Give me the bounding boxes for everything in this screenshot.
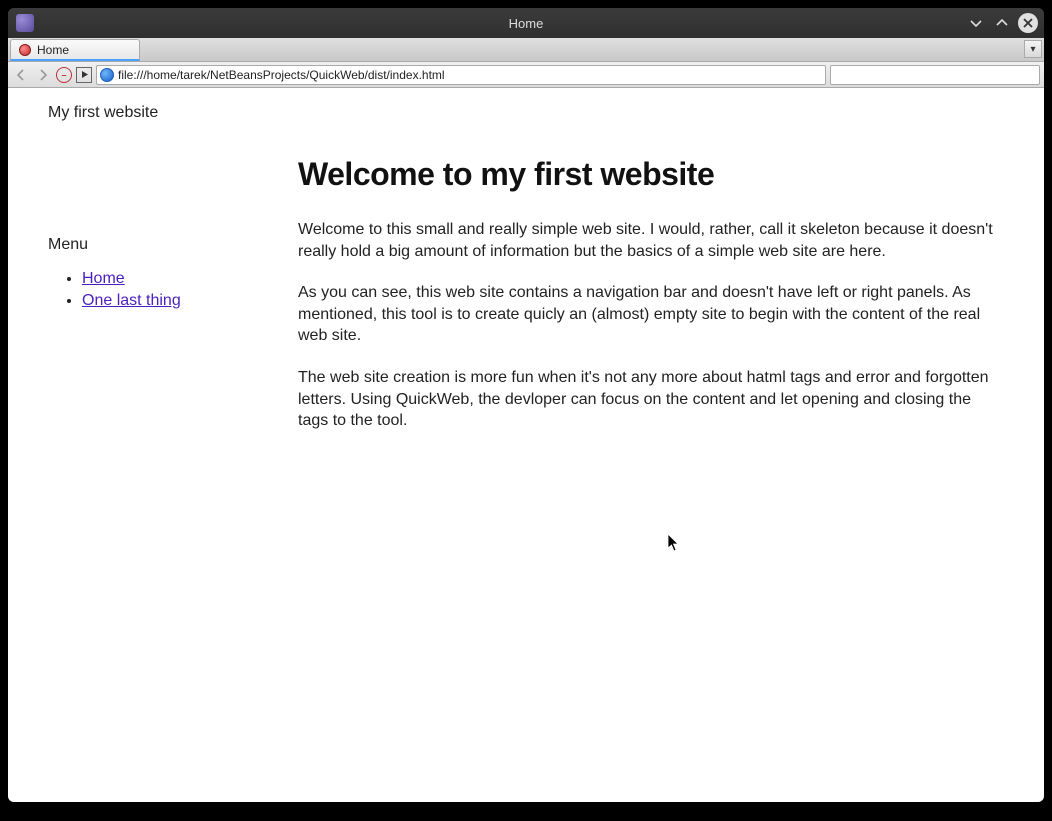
- back-button[interactable]: [12, 66, 30, 84]
- url-bar[interactable]: file:///home/tarek/NetBeansProjects/Quic…: [96, 65, 826, 85]
- menu-link-home[interactable]: Home: [82, 270, 125, 287]
- menu-item-one-last-thing: One last thing: [82, 290, 258, 312]
- titlebar: Home: [8, 8, 1044, 38]
- page-title: Welcome to my first website: [298, 156, 998, 193]
- paragraph: Welcome to this small and really simple …: [298, 219, 998, 262]
- window-title: Home: [509, 16, 544, 31]
- forward-button[interactable]: [34, 66, 52, 84]
- main-content: Welcome to my first website Welcome to t…: [298, 156, 998, 452]
- toolbar: – file:///home/tarek/NetBeansProjects/Qu…: [8, 62, 1044, 88]
- paragraph: As you can see, this web site contains a…: [298, 282, 998, 347]
- reload-button[interactable]: [76, 67, 92, 83]
- url-text: file:///home/tarek/NetBeansProjects/Quic…: [118, 68, 445, 82]
- browser-window: Home Home ▾ –: [8, 8, 1044, 802]
- app-icon: [16, 14, 34, 32]
- menu-list: Home One last thing: [48, 268, 258, 311]
- menu-link-one-last-thing[interactable]: One last thing: [82, 292, 181, 309]
- sidebar: Menu Home One last thing: [48, 236, 258, 452]
- search-box[interactable]: [830, 65, 1040, 85]
- page-content: My first website Menu Home One last thin…: [8, 88, 1044, 802]
- tab-home[interactable]: Home: [10, 39, 140, 61]
- tabs-dropdown-button[interactable]: ▾: [1024, 40, 1042, 58]
- tabbar: Home ▾: [8, 38, 1044, 62]
- minimize-button[interactable]: [966, 13, 986, 33]
- globe-icon: [100, 68, 114, 82]
- menu-title: Menu: [48, 236, 258, 254]
- tab-close-icon[interactable]: [19, 44, 31, 56]
- close-button[interactable]: [1018, 13, 1038, 33]
- menu-item-home: Home: [82, 268, 258, 290]
- tab-label: Home: [37, 43, 69, 57]
- paragraph: The web site creation is more fun when i…: [298, 367, 998, 432]
- maximize-button[interactable]: [992, 13, 1012, 33]
- stop-button[interactable]: –: [56, 67, 72, 83]
- page-header: My first website: [48, 104, 1024, 122]
